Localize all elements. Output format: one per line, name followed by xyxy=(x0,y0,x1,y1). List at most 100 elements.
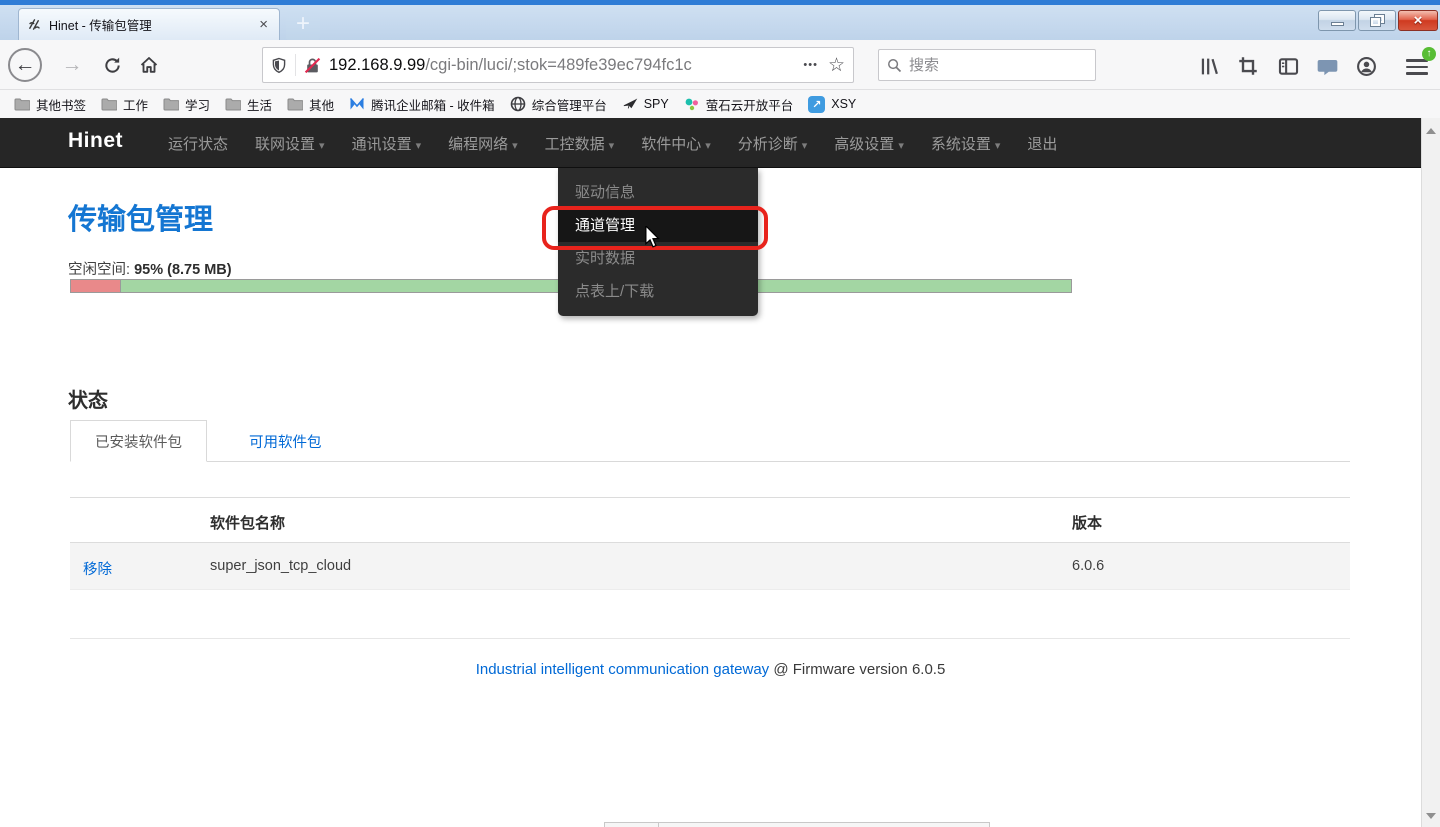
nav-advanced-settings[interactable]: 高级设置▾ xyxy=(834,133,904,154)
chevron-down-icon: ▾ xyxy=(416,140,422,152)
bookmark-folder-work[interactable]: 工作 xyxy=(101,95,148,114)
nav-industrial-data[interactable]: 工控数据▾ xyxy=(545,133,615,154)
url-text[interactable]: 192.168.9.99/cgi-bin/luci/;stok=489fe39e… xyxy=(329,56,799,75)
bookmark-mgmt-platform[interactable]: 综合管理平台 xyxy=(510,95,607,114)
minimize-icon xyxy=(1331,22,1344,26)
search-icon xyxy=(887,58,902,73)
browser-tab[interactable]: Hinet - 传输包管理 × xyxy=(18,8,280,40)
bookmark-folder-life[interactable]: 生活 xyxy=(225,95,272,114)
vertical-scrollbar[interactable] xyxy=(1421,118,1440,827)
folder-icon xyxy=(163,97,179,111)
bookmark-folder-misc[interactable]: 其他 xyxy=(287,95,334,114)
window-close-icon: × xyxy=(1414,13,1423,28)
package-version: 6.0.6 xyxy=(1072,558,1104,574)
site-nav-links: 运行状态 联网设置▾ 通讯设置▾ 编程网络▾ 工控数据▾ 软件中心▾ 分析诊断▾… xyxy=(168,118,1057,168)
bookmark-ezviz[interactable]: 萤石云开放平台 xyxy=(684,95,794,114)
bookmark-folder-study[interactable]: 学习 xyxy=(163,95,210,114)
search-input[interactable] xyxy=(909,57,1059,74)
home-button[interactable] xyxy=(132,48,166,82)
menu-item-point-table[interactable]: 点表上/下载 xyxy=(558,275,758,308)
back-button[interactable]: ← xyxy=(8,48,42,82)
chevron-down-icon: ▾ xyxy=(995,140,1001,152)
bookmark-star-icon[interactable]: ☆ xyxy=(828,54,845,77)
bookmark-spy[interactable]: SPY xyxy=(622,97,669,111)
bookmark-folder-other[interactable]: 其他书签 xyxy=(14,95,86,114)
folder-icon xyxy=(101,97,117,111)
progress-used-segment xyxy=(71,280,121,292)
tab-installed-packages[interactable]: 已安装软件包 xyxy=(70,420,207,462)
chevron-down-icon: ▾ xyxy=(705,140,711,152)
gateway-link[interactable]: Industrial intelligent communication gat… xyxy=(476,661,770,678)
xsy-icon: ↗ xyxy=(808,96,825,113)
url-bar[interactable]: 192.168.9.99/cgi-bin/luci/;stok=489fe39e… xyxy=(262,47,854,83)
tab-close-icon[interactable]: × xyxy=(256,16,271,33)
browser-window: Hinet - 传输包管理 × + × ← → 192.168.9.99/cgi… xyxy=(0,0,1440,827)
nav-system-settings[interactable]: 系统设置▾ xyxy=(931,133,1001,154)
tracking-shield-icon[interactable] xyxy=(271,57,287,74)
page-actions-icon[interactable]: ••• xyxy=(803,59,818,71)
scroll-up-icon[interactable] xyxy=(1426,128,1436,134)
account-icon[interactable] xyxy=(1353,53,1379,79)
tab-bar: Hinet - 传输包管理 × + × xyxy=(0,0,1440,40)
tab-available-packages[interactable]: 可用软件包 xyxy=(225,420,346,462)
globe-icon xyxy=(510,96,526,112)
new-tab-button[interactable]: + xyxy=(286,10,320,40)
table-header-row: 软件包名称 版本 xyxy=(70,497,1350,543)
window-close-button[interactable]: × xyxy=(1398,10,1438,31)
site-brand[interactable]: Hinet xyxy=(68,129,123,153)
update-badge: ↑ xyxy=(1422,47,1436,61)
urlbar-divider xyxy=(295,54,296,76)
chevron-down-icon: ▾ xyxy=(609,140,615,152)
column-package-name: 软件包名称 xyxy=(210,512,285,533)
library-icon[interactable] xyxy=(1196,53,1222,79)
messages-bubble-icon[interactable] xyxy=(1314,53,1340,79)
package-name: super_json_tcp_cloud xyxy=(210,558,351,574)
nav-programming-network[interactable]: 编程网络▾ xyxy=(448,133,518,154)
chevron-down-icon: ▾ xyxy=(802,140,808,152)
search-bar[interactable] xyxy=(878,49,1096,81)
bookmark-xsy[interactable]: ↗ XSY xyxy=(808,96,856,113)
foxmail-icon xyxy=(349,97,365,111)
nav-software-center[interactable]: 软件中心▾ xyxy=(641,133,711,154)
tab-title: Hinet - 传输包管理 xyxy=(49,15,249,34)
nav-comm-settings[interactable]: 通讯设置▾ xyxy=(352,133,422,154)
menu-hamburger-icon[interactable]: ↑ xyxy=(1404,55,1430,77)
ezviz-icon xyxy=(684,96,700,112)
table-row: 移除 super_json_tcp_cloud 6.0.6 xyxy=(70,543,1350,590)
firmware-version: @ Firmware version 6.0.5 xyxy=(773,661,945,678)
status-popup-partial xyxy=(604,822,990,827)
forward-button[interactable]: → xyxy=(55,48,89,82)
site-navbar: Hinet 运行状态 联网设置▾ 通讯设置▾ 编程网络▾ 工控数据▾ 软件中心▾… xyxy=(0,118,1440,168)
nav-run-status[interactable]: 运行状态 xyxy=(168,133,228,154)
reload-button[interactable] xyxy=(95,48,129,82)
restore-icon xyxy=(1371,15,1384,26)
plane-icon xyxy=(622,97,638,111)
nav-network-settings[interactable]: 联网设置▾ xyxy=(255,133,325,154)
status-heading: 状态 xyxy=(68,384,108,413)
minimize-button[interactable] xyxy=(1318,10,1356,31)
package-table: 软件包名称 版本 移除 super_json_tcp_cloud 6.0.6 xyxy=(70,497,1350,590)
chevron-down-icon: ▾ xyxy=(898,140,904,152)
restore-button[interactable] xyxy=(1358,10,1396,31)
site-favicon-icon xyxy=(27,17,42,32)
page-footer: Industrial intelligent communication gat… xyxy=(0,661,1421,678)
chevron-down-icon: ▾ xyxy=(512,140,518,152)
chevron-down-icon: ▾ xyxy=(319,140,325,152)
footer-divider xyxy=(70,638,1350,639)
insecure-lock-icon[interactable] xyxy=(304,57,321,74)
nav-logout[interactable]: 退出 xyxy=(1027,133,1057,154)
nav-analysis-diagnosis[interactable]: 分析诊断▾ xyxy=(738,133,808,154)
sidebar-icon[interactable] xyxy=(1275,53,1301,79)
scroll-down-icon[interactable] xyxy=(1426,813,1436,819)
folder-icon xyxy=(287,97,303,111)
column-version: 版本 xyxy=(1072,512,1102,533)
free-space-value: 95% (8.75 MB) xyxy=(134,262,232,278)
remove-link[interactable]: 移除 xyxy=(83,558,112,579)
menu-item-driver-info[interactable]: 驱动信息 xyxy=(558,176,758,209)
package-tabs: 已安装软件包 可用软件包 xyxy=(70,420,1350,462)
bookmarks-bar: 其他书签 工作 学习 生活 其他 腾讯企业邮箱 - 收件箱 综合管理平台 SP xyxy=(0,90,1440,118)
bookmark-tencent-mail[interactable]: 腾讯企业邮箱 - 收件箱 xyxy=(349,95,495,114)
folder-icon xyxy=(14,97,30,111)
folder-icon xyxy=(225,97,241,111)
screenshot-crop-icon[interactable] xyxy=(1235,53,1261,79)
